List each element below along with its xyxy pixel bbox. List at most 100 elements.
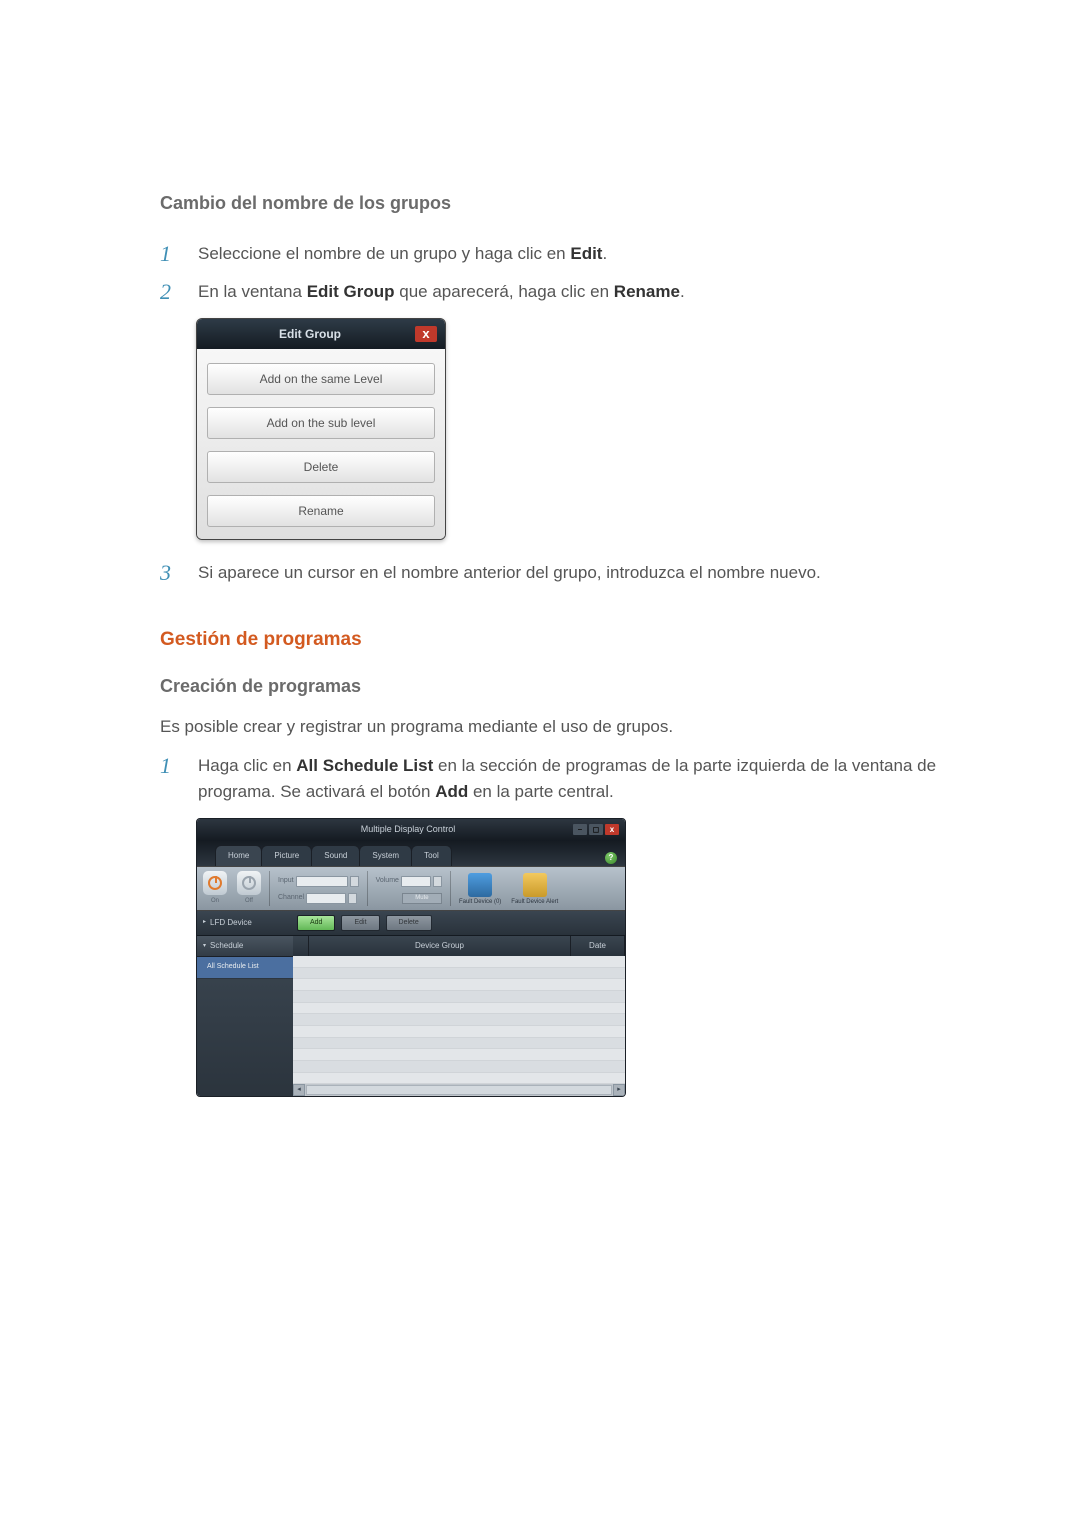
intro-text: Es posible crear y registrar un programa… [160,714,960,740]
step-number: 1 [160,241,180,267]
table-row [293,979,625,991]
text: Haga clic en [198,756,296,775]
table-row [293,1003,625,1015]
steps-list-rename-cont: 3 Si aparece un cursor en el nombre ante… [160,560,960,586]
table-row [293,968,625,980]
power-icon [208,876,222,890]
text: Seleccione el nombre de un grupo y haga … [198,244,570,263]
mdc-tabs: Home Picture Sound System Tool ? [197,841,625,866]
label-off: Off [245,897,253,906]
dialog-title: Edit Group [205,325,415,343]
heading-programs: Gestión de programas [160,626,960,655]
subsection-title: Creación de programas [160,673,960,700]
text: que aparecerá, haga clic en [395,282,614,301]
step-number: 1 [160,753,180,804]
dropdown-icon[interactable] [350,876,359,887]
mdc-title: Multiple Display Control [243,823,573,837]
sidebar-schedule[interactable]: ▾ Schedule [197,936,293,957]
steps-list-rename: 1 Seleccione el nombre de un grupo y hag… [160,241,960,306]
step-text: En la ventana Edit Group que aparecerá, … [198,279,960,305]
table-row [293,991,625,1003]
rename-button[interactable]: Rename [207,495,435,527]
step-text: Seleccione el nombre de un grupo y haga … [198,241,960,267]
table-row [293,1026,625,1038]
label-channel: Channel [278,893,304,904]
text: en la parte central. [468,782,614,801]
tab-sound[interactable]: Sound [311,845,360,866]
chevron-down-icon: ▾ [203,942,206,951]
section-title: Cambio del nombre de los grupos [160,190,960,217]
step-text: Haga clic en All Schedule List en la sec… [198,753,960,804]
delete-button[interactable]: Delete [386,915,432,932]
fault-device-icon[interactable] [468,873,492,897]
volume-input[interactable] [401,876,431,887]
scroll-right-icon[interactable]: ▸ [613,1084,625,1096]
table-row [293,1049,625,1061]
bold: All Schedule List [296,756,433,775]
step-number: 2 [160,279,180,305]
bold: Add [435,782,468,801]
mdc-window: Multiple Display Control – ◻ x Home Pict… [196,818,626,1097]
tab-home[interactable]: Home [215,845,262,866]
close-icon[interactable]: x [605,824,619,835]
maximize-icon[interactable]: ◻ [589,824,603,835]
horizontal-scrollbar[interactable]: ◂ ▸ [293,1084,625,1096]
dialog-body: Add on the same Level Add on the sub lev… [197,349,445,539]
help-icon[interactable]: ? [605,852,617,864]
sidebar-all-schedule[interactable]: All Schedule List [197,957,293,979]
scroll-left-icon[interactable]: ◂ [293,1084,305,1096]
bold: Rename [614,282,680,301]
power-icon [242,876,256,890]
lfd-device-label[interactable]: ▸ LFD Device [203,917,291,929]
edit-group-dialog: Edit Group x Add on the same Level Add o… [196,318,446,540]
delete-button[interactable]: Delete [207,451,435,483]
text: En la ventana [198,282,307,301]
text: LFD Device [210,917,252,929]
spinner-icon[interactable] [348,893,357,904]
power-off-button[interactable] [237,871,261,895]
text: Schedule [210,940,243,952]
mdc-titlebar: Multiple Display Control – ◻ x [197,819,625,841]
mdc-ribbon: On Off Input Channel [197,866,625,911]
chevron-icon: ▸ [203,918,206,927]
close-icon[interactable]: x [415,326,437,342]
th-index [293,936,309,956]
steps-list-schedule: 1 Haga clic en All Schedule List en la s… [160,753,960,804]
th-device-group: Device Group [309,936,571,956]
mdc-main: Device Group Date ◂ [293,936,625,1096]
power-on-button[interactable] [203,871,227,895]
mdc-toolbar: ▸ LFD Device Add Edit Delete [197,911,625,937]
tab-tool[interactable]: Tool [411,845,452,866]
table-row [293,1038,625,1050]
text: . [680,282,685,301]
label-volume: Volume [376,876,399,887]
table-rows [293,956,625,1084]
add-sub-level-button[interactable]: Add on the sub level [207,407,435,439]
mute-button[interactable]: Mute [402,893,442,904]
input-select[interactable] [296,876,348,887]
edit-button[interactable]: Edit [341,915,379,932]
spinner-icon[interactable] [433,876,442,887]
table-row [293,1073,625,1085]
tab-picture[interactable]: Picture [261,845,312,866]
label-on: On [211,897,219,906]
fault-device-label: Fault Device (0) [459,899,501,906]
channel-input[interactable] [306,893,346,904]
table-row [293,1014,625,1026]
mdc-body: ▾ Schedule All Schedule List Device Grou… [197,936,625,1096]
table-row [293,956,625,968]
minimize-icon[interactable]: – [573,824,587,835]
scroll-track[interactable] [306,1085,612,1095]
dialog-titlebar: Edit Group x [197,319,445,349]
text: . [602,244,607,263]
label-input: Input [278,876,294,887]
bold: Edit [570,244,602,263]
add-same-level-button[interactable]: Add on the same Level [207,363,435,395]
fault-alert-label: Fault Device Alert [511,899,558,906]
tab-system[interactable]: System [359,845,412,866]
mdc-sidebar: ▾ Schedule All Schedule List [197,936,293,1096]
table-header: Device Group Date [293,936,625,956]
bold: Edit Group [307,282,395,301]
alert-icon[interactable] [523,873,547,897]
add-button[interactable]: Add [297,915,335,932]
